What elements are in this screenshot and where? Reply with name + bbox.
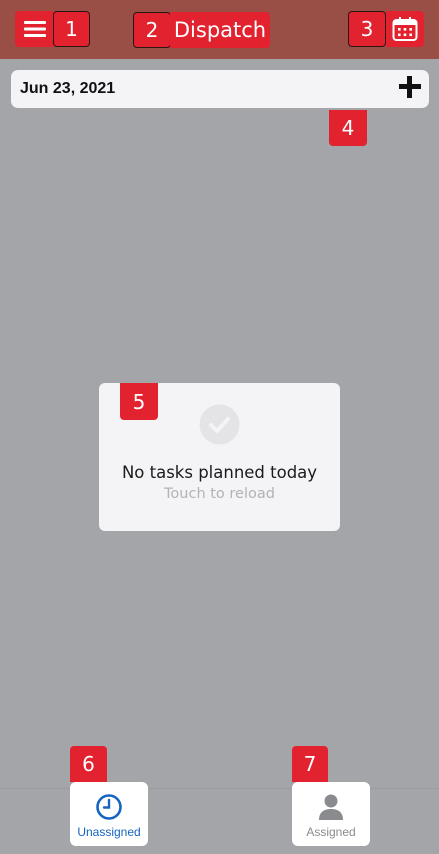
selected-date: Jun 23, 2021	[20, 80, 116, 97]
date-bar[interactable]: Jun 23, 2021	[11, 70, 429, 108]
empty-state-title: No tasks planned today	[121, 463, 318, 482]
calendar-button[interactable]	[386, 11, 424, 47]
tab-unassigned-label: Unassigned	[77, 825, 141, 839]
annotation-badge-2: 2	[133, 12, 171, 48]
hamburger-menu-icon	[24, 21, 46, 37]
menu-button[interactable]	[15, 11, 55, 47]
page-title: Dispatch	[170, 12, 270, 48]
tab-assigned[interactable]: Assigned	[292, 782, 370, 846]
app-header: 1 2 Dispatch 3	[0, 0, 439, 59]
annotation-badge-7: 7	[292, 746, 328, 782]
clock-icon	[96, 794, 122, 820]
person-icon	[319, 794, 343, 820]
calendar-icon	[392, 17, 418, 41]
annotation-badge-3: 3	[348, 11, 386, 47]
annotation-badge-4: 4	[329, 110, 367, 146]
annotation-badge-6: 6	[70, 746, 107, 782]
empty-state-card[interactable]: 5 No tasks planned today Touch to reload	[99, 383, 340, 531]
checkmark-circle-icon	[199, 404, 240, 445]
add-task-button[interactable]	[399, 76, 421, 98]
annotation-badge-5: 5	[120, 383, 158, 420]
annotation-badge-1: 1	[53, 11, 90, 47]
reload-hint[interactable]: Touch to reload	[99, 486, 340, 502]
tab-unassigned[interactable]: Unassigned	[70, 782, 148, 846]
tab-assigned-label: Assigned	[306, 825, 356, 839]
bottom-nav-divider	[0, 788, 439, 789]
